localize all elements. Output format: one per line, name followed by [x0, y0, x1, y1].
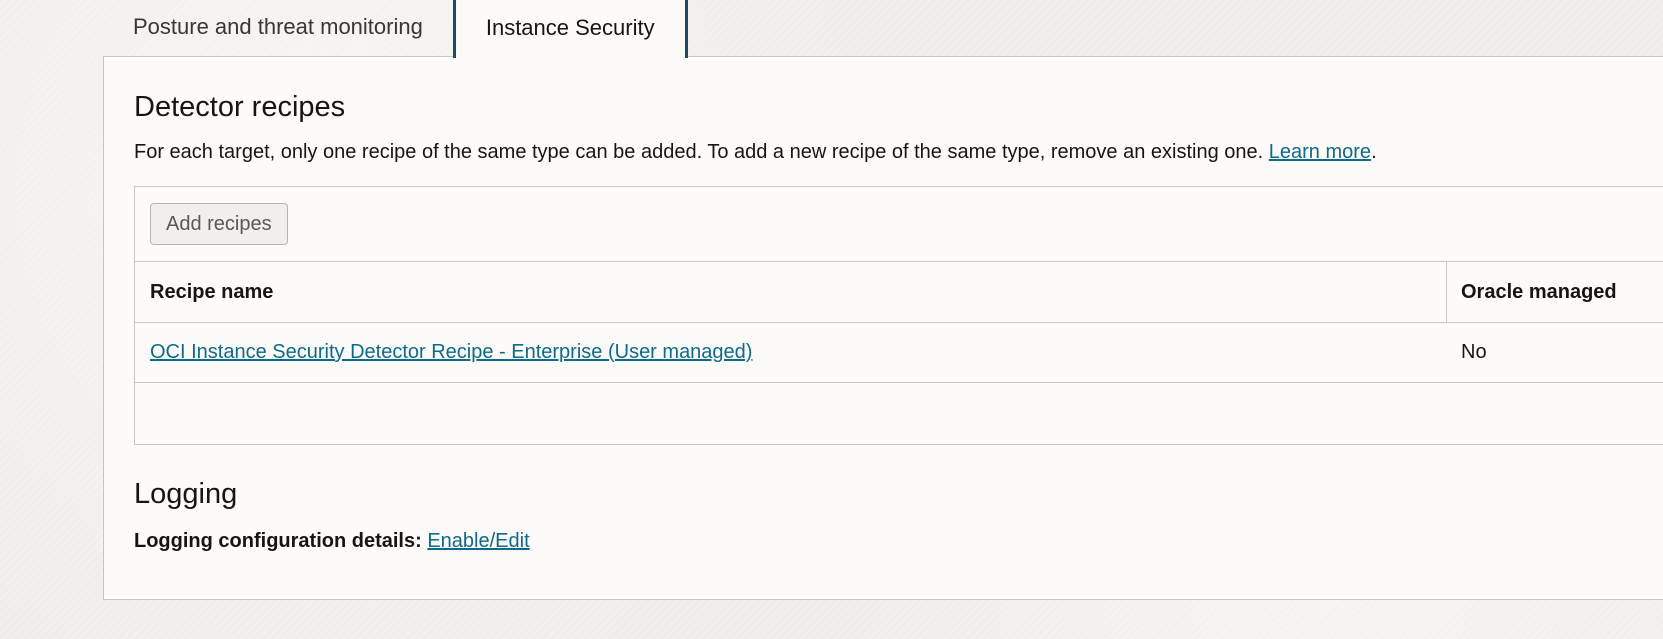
column-header-recipe-name[interactable]: Recipe name: [150, 281, 273, 304]
enable-edit-link[interactable]: Enable/Edit: [427, 530, 529, 552]
table-row: OCI Instance Security Detector Recipe - …: [135, 323, 1663, 383]
detector-recipes-description: For each target, only one recipe of the …: [134, 141, 1377, 164]
tab-label: Posture and threat monitoring: [133, 14, 423, 39]
description-suffix: .: [1371, 141, 1377, 163]
learn-more-link[interactable]: Learn more: [1269, 141, 1371, 163]
logging-config-label: Logging configuration details:: [134, 530, 422, 552]
instance-security-panel: Detector recipes For each target, only o…: [103, 56, 1663, 600]
tab-bar: Posture and threat monitoring Instance S…: [103, 0, 688, 58]
recipes-table: Add recipes Recipe name Oracle managed O…: [134, 186, 1663, 445]
detector-recipes-heading: Detector recipes: [134, 91, 346, 123]
table-toolbar: Add recipes: [135, 187, 1663, 262]
table-header: Recipe name Oracle managed: [135, 262, 1663, 323]
oracle-managed-value: No: [1461, 341, 1487, 363]
logging-configuration: Logging configuration details: Enable/Ed…: [134, 530, 530, 553]
tab-posture-and-threat-monitoring[interactable]: Posture and threat monitoring: [103, 0, 453, 57]
recipe-name-link[interactable]: OCI Instance Security Detector Recipe - …: [150, 341, 752, 364]
add-recipes-button[interactable]: Add recipes: [150, 203, 288, 245]
column-divider[interactable]: [1446, 262, 1447, 322]
column-header-oracle-managed[interactable]: Oracle managed: [1461, 281, 1617, 304]
logging-heading: Logging: [134, 478, 238, 510]
tab-instance-security[interactable]: Instance Security: [452, 0, 688, 58]
description-text: For each target, only one recipe of the …: [134, 141, 1264, 163]
tab-label: Instance Security: [485, 15, 655, 40]
